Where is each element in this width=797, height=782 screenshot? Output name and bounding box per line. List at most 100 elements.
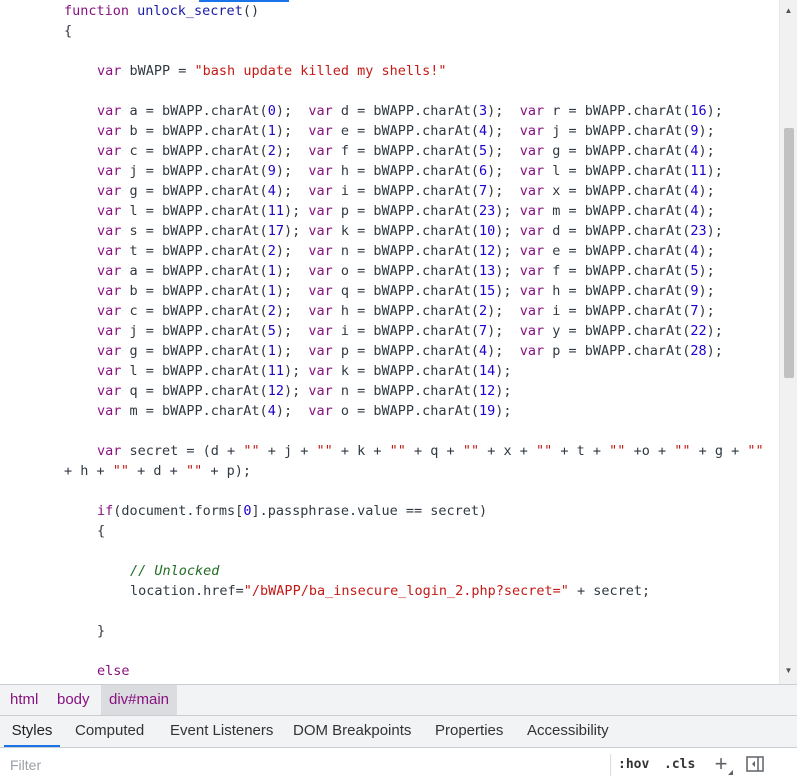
hover-state-button[interactable]: :hov xyxy=(618,754,649,776)
tab-accessibility[interactable]: Accessibility xyxy=(527,716,609,747)
code-token: var xyxy=(308,403,341,419)
code-token: q = bWAPP.charAt( xyxy=(129,383,268,399)
code-token: h = bWAPP.charAt( xyxy=(552,283,691,299)
code-line: var l = bWAPP.charAt(11); var p = bWAPP.… xyxy=(97,201,715,221)
code-token: var xyxy=(519,343,553,359)
code-token: 6 xyxy=(479,163,488,179)
code-token: ); xyxy=(487,163,520,179)
code-token: 19 xyxy=(479,403,496,419)
tab-styles[interactable]: Styles xyxy=(4,716,60,747)
code-token: ); xyxy=(275,183,309,199)
breadcrumb-body[interactable]: body xyxy=(49,685,98,715)
code-token: var xyxy=(519,103,553,119)
code-token: ); xyxy=(275,163,309,179)
code-line: else xyxy=(97,661,130,681)
code-token: "" xyxy=(536,443,553,459)
tab-dom-breakpoints[interactable]: DOM Breakpoints xyxy=(293,716,411,747)
code-token: j = bWAPP.charAt( xyxy=(552,123,691,139)
code-token: 4 xyxy=(267,183,276,199)
code-token: ); xyxy=(698,243,715,259)
code-token: 11 xyxy=(690,163,707,179)
code-token: p = bWAPP.charAt( xyxy=(340,203,480,219)
code-token: 2 xyxy=(267,243,276,259)
code-token: 9 xyxy=(267,163,276,179)
sidebar-tabs: Styles Computed Event Listeners DOM Brea… xyxy=(0,716,797,748)
code-token: 16 xyxy=(690,103,707,119)
toggle-sidebar-icon[interactable] xyxy=(746,756,764,772)
code-line: var q = bWAPP.charAt(12); var n = bWAPP.… xyxy=(97,381,512,401)
vertical-scrollbar[interactable]: ▲ ▼ xyxy=(779,0,797,684)
code-token: 12 xyxy=(479,383,496,399)
code-token: var xyxy=(97,303,130,319)
code-token: 4 xyxy=(479,343,488,359)
code-token: ); xyxy=(487,103,520,119)
code-line: + h + "" + d + "" + p); xyxy=(64,461,251,481)
code-token: ); xyxy=(487,143,520,159)
code-token: k = bWAPP.charAt( xyxy=(340,223,480,239)
code-token: 11 xyxy=(267,203,284,219)
code-token: secret = (d + xyxy=(129,443,244,459)
code-token: (document.forms[ xyxy=(113,503,244,519)
code-token: m = bWAPP.charAt( xyxy=(129,403,268,419)
code-token: 5 xyxy=(479,143,488,159)
source-code-panel[interactable]: function unlock_secret() {var bWAPP = "ba… xyxy=(0,0,779,684)
code-token: location.href= xyxy=(130,583,244,599)
code-token: ); xyxy=(698,283,715,299)
code-token: ); xyxy=(487,183,520,199)
tab-computed[interactable]: Computed xyxy=(75,716,144,747)
filter-input[interactable] xyxy=(4,752,616,778)
code-token: 12 xyxy=(267,383,284,399)
code-token: r = bWAPP.charAt( xyxy=(552,103,691,119)
code-line: var m = bWAPP.charAt(4); var o = bWAPP.c… xyxy=(97,401,512,421)
code-token: y = bWAPP.charAt( xyxy=(552,323,691,339)
code-token: p = bWAPP.charAt( xyxy=(552,343,691,359)
code-token: var xyxy=(308,303,341,319)
code-token: var xyxy=(519,223,553,239)
code-token: var xyxy=(308,363,341,379)
code-token: var xyxy=(97,403,130,419)
code-token: i = bWAPP.charAt( xyxy=(340,323,480,339)
breadcrumb-div-main[interactable]: div#main xyxy=(101,685,178,715)
code-token: d = bWAPP.charAt( xyxy=(340,103,480,119)
code-token: var xyxy=(519,123,553,139)
code-line: // Unlocked xyxy=(130,561,219,581)
code-token: b = bWAPP.charAt( xyxy=(129,123,268,139)
scroll-up-arrow-icon[interactable]: ▲ xyxy=(780,4,797,18)
scrollbar-thumb[interactable] xyxy=(784,128,794,378)
tab-properties[interactable]: Properties xyxy=(435,716,503,747)
code-token: 9 xyxy=(690,283,699,299)
code-token: ); xyxy=(495,383,512,399)
tab-event-listeners[interactable]: Event Listeners xyxy=(170,716,273,747)
class-toggle-button[interactable]: .cls xyxy=(664,754,695,776)
code-token: h = bWAPP.charAt( xyxy=(340,163,480,179)
code-token: + t + xyxy=(552,443,610,459)
code-token: e = bWAPP.charAt( xyxy=(552,243,691,259)
code-token: var xyxy=(519,323,553,339)
code-token: var xyxy=(97,143,130,159)
code-token: var xyxy=(308,223,341,239)
code-token: ); xyxy=(495,363,512,379)
code-token: var xyxy=(97,323,130,339)
code-line: var a = bWAPP.charAt(1); var o = bWAPP.c… xyxy=(97,261,715,281)
scroll-down-arrow-icon[interactable]: ▼ xyxy=(780,664,797,678)
code-token: "" xyxy=(112,463,130,479)
code-token: + h + xyxy=(64,463,113,479)
code-token: ); xyxy=(283,203,309,219)
code-token: unlock_secret xyxy=(137,3,243,19)
code-token: 23 xyxy=(479,203,496,219)
code-line: if(document.forms[0].passphrase.value ==… xyxy=(97,501,487,521)
code-token: j = bWAPP.charAt( xyxy=(129,163,268,179)
code-token: ); xyxy=(487,343,520,359)
breadcrumb-html[interactable]: html xyxy=(2,685,46,715)
code-line: var s = bWAPP.charAt(17); var k = bWAPP.… xyxy=(97,221,723,241)
code-token: "/bWAPP/ba_insecure_login_2.php?secret=" xyxy=(243,583,569,599)
code-token: ); xyxy=(706,163,723,179)
code-token: ); xyxy=(487,323,520,339)
code-token: 2 xyxy=(267,303,276,319)
code-token: e = bWAPP.charAt( xyxy=(340,123,480,139)
code-token: o = bWAPP.charAt( xyxy=(340,263,480,279)
styles-filter-bar: :hov .cls + xyxy=(0,748,797,782)
code-token: 5 xyxy=(690,263,699,279)
code-token: p = bWAPP.charAt( xyxy=(340,343,480,359)
code-token: ); xyxy=(275,123,309,139)
